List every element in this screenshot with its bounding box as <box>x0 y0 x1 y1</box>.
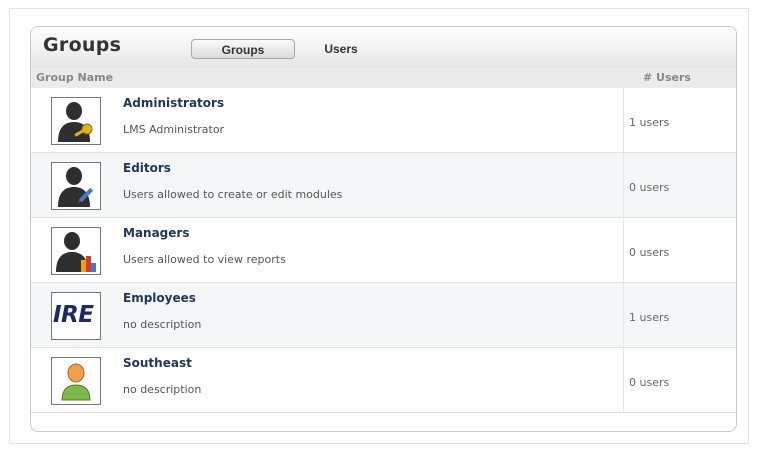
column-users-count[interactable]: # Users <box>643 71 691 84</box>
column-header: Group Name # Users <box>31 68 736 88</box>
group-user-count: 1 users <box>629 311 670 324</box>
group-row-southeast[interactable]: Southeast no description 0 users <box>31 348 736 413</box>
panel-title: Groups <box>43 34 122 56</box>
groups-panel: Groups Groups Users Group Name # Users A… <box>30 26 737 432</box>
column-divider <box>623 218 624 282</box>
admin-user-icon <box>51 97 101 145</box>
group-user-count: 0 users <box>629 376 670 389</box>
editor-user-icon <box>51 162 101 210</box>
group-description: Users allowed to view reports <box>123 253 286 266</box>
default-user-icon <box>51 357 101 405</box>
group-name-link[interactable]: Editors <box>123 161 171 175</box>
group-row-administrators[interactable]: Administrators LMS Administrator 1 users <box>31 88 736 153</box>
group-name-link[interactable]: Employees <box>123 291 196 305</box>
group-name-link[interactable]: Managers <box>123 226 189 240</box>
column-divider <box>623 348 624 412</box>
group-name-link[interactable]: Southeast <box>123 356 192 370</box>
groups-list: Administrators LMS Administrator 1 users… <box>31 88 736 413</box>
column-divider <box>623 88 624 152</box>
group-description: no description <box>123 383 202 396</box>
tab-groups[interactable]: Groups <box>191 39 295 59</box>
ire-logo: IRE <box>51 292 101 340</box>
group-user-count: 0 users <box>629 181 670 194</box>
column-divider <box>623 153 624 217</box>
group-row-managers[interactable]: Managers Users allowed to view reports 0… <box>31 218 736 283</box>
tab-users[interactable]: Users <box>311 39 371 59</box>
group-user-count: 0 users <box>629 246 670 259</box>
column-group-name[interactable]: Group Name <box>36 71 113 84</box>
column-divider <box>623 283 624 347</box>
manager-user-icon <box>51 227 101 275</box>
group-description: Users allowed to create or edit modules <box>123 188 343 201</box>
group-description: no description <box>123 318 202 331</box>
group-user-count: 1 users <box>629 116 670 129</box>
group-name-link[interactable]: Administrators <box>123 96 224 110</box>
group-description: LMS Administrator <box>123 123 225 136</box>
group-row-employees[interactable]: IRE Employees no description 1 users <box>31 283 736 348</box>
ire-logo-text: IRE <box>53 302 94 328</box>
panel-header: Groups Groups Users <box>31 27 736 68</box>
group-row-editors[interactable]: Editors Users allowed to create or edit … <box>31 153 736 218</box>
